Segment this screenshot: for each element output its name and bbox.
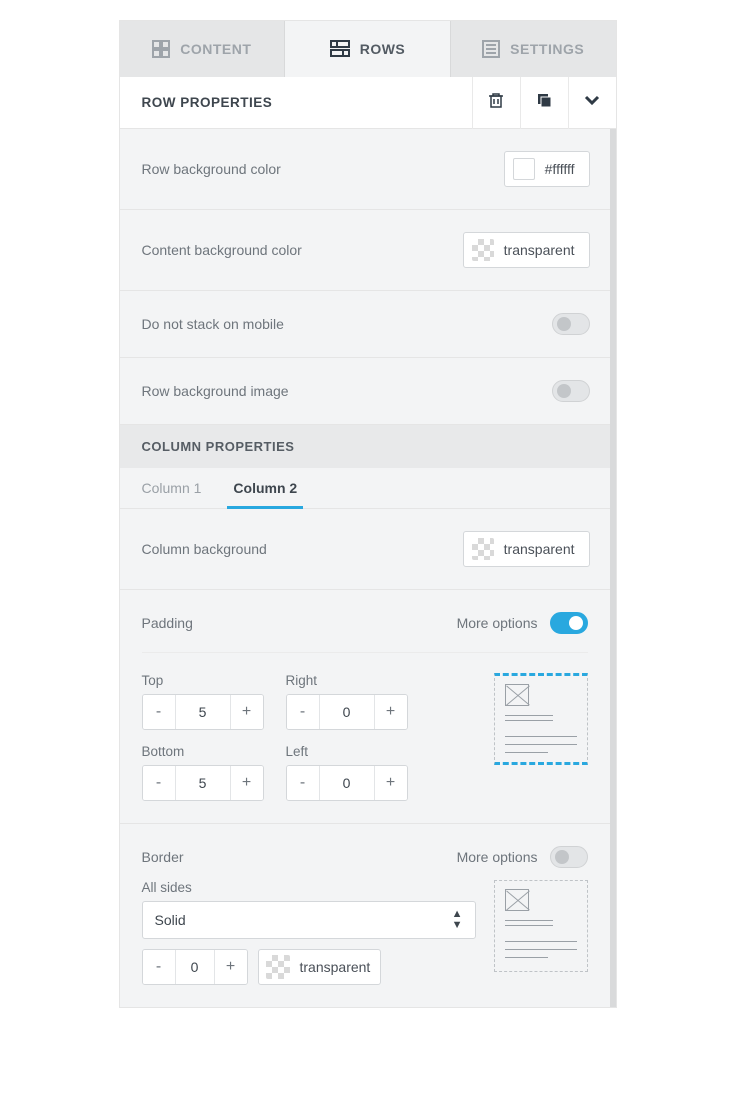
padding-left-increment[interactable]: + [375,766,407,800]
transparent-swatch [472,538,494,560]
border-preview [494,880,588,972]
padding-bottom-increment[interactable]: + [231,766,263,800]
border-label: Border [142,849,184,865]
padding-top-input[interactable] [175,695,231,729]
padding-right-decrement[interactable]: - [287,695,319,729]
padding-bottom-stepper: - + [142,765,264,801]
column-tab-2[interactable]: Column 2 [227,480,303,509]
padding-top-increment[interactable]: + [231,695,263,729]
content-bg-value: transparent [504,242,575,258]
tab-rows-label: ROWS [360,41,406,57]
row-bg-color-property: Row background color #ffffff [120,129,610,210]
border-width-increment[interactable]: + [215,950,247,984]
column-bg-label: Column background [142,541,267,557]
padding-top-stepper: - + [142,694,264,730]
border-style-select[interactable]: Solid ▲▼ [142,901,476,939]
chevron-down-icon [583,91,601,114]
column-bg-value: transparent [504,541,575,557]
transparent-swatch [472,239,494,261]
column-properties-section-title: COLUMN PROPERTIES [120,425,610,468]
transparent-swatch [266,955,290,979]
row-properties-header: ROW PROPERTIES [120,77,616,129]
border-allsides-label: All sides [142,880,476,895]
bg-image-property: Row background image [120,358,610,425]
padding-right-stepper: - + [286,694,408,730]
padding-label: Padding [142,615,193,631]
border-color-value: transparent [300,959,371,975]
column-bg-property: Column background transparent [120,509,610,590]
trash-icon [487,91,505,114]
border-width-input[interactable] [175,950,215,984]
border-width-stepper: - + [142,949,248,985]
content-bg-label: Content background color [142,242,302,258]
row-bg-color-value: #ffffff [545,161,575,177]
bg-image-toggle[interactable] [552,380,590,402]
no-stack-label: Do not stack on mobile [142,316,284,332]
padding-bottom-decrement[interactable]: - [143,766,175,800]
bg-image-label: Row background image [142,383,289,399]
border-more-label: More options [457,849,538,865]
padding-right-label: Right [286,673,408,688]
border-more-toggle[interactable] [550,846,588,868]
duplicate-button[interactable] [520,77,568,129]
content-bg-color-picker[interactable]: transparent [463,232,590,268]
collapse-button[interactable] [568,77,616,129]
properties-panel: CONTENT ROWS SETTINGS ROW PROPERTIES [119,20,617,1008]
grid-icon [152,40,170,58]
padding-preview [494,673,588,765]
column-tabs: Column 1 Column 2 [120,468,610,509]
padding-top-label: Top [142,673,264,688]
row-bg-color-picker[interactable]: #ffffff [504,151,590,187]
row-bg-color-label: Row background color [142,161,281,177]
main-tabs: CONTENT ROWS SETTINGS [120,21,616,77]
no-stack-property: Do not stack on mobile [120,291,610,358]
tab-settings-label: SETTINGS [510,41,584,57]
tab-settings[interactable]: SETTINGS [451,21,616,77]
border-width-decrement[interactable]: - [143,950,175,984]
settings-icon [482,40,500,58]
delete-button[interactable] [472,77,520,129]
tab-content-label: CONTENT [180,41,251,57]
border-color-picker[interactable]: transparent [258,949,382,985]
content-bg-color-property: Content background color transparent [120,210,610,291]
copy-icon [535,91,553,114]
row-properties-list: Row background color #ffffff Content bac… [120,129,616,1007]
padding-right-increment[interactable]: + [375,695,407,729]
padding-left-input[interactable] [319,766,375,800]
padding-section: Padding More options Top - + [120,590,610,824]
updown-icon: ▲▼ [452,909,463,931]
padding-top-decrement[interactable]: - [143,695,175,729]
tab-rows[interactable]: ROWS [285,21,451,77]
padding-left-stepper: - + [286,765,408,801]
padding-more-label: More options [457,615,538,631]
padding-more-toggle[interactable] [550,612,588,634]
border-style-value: Solid [155,912,186,928]
border-section: Border More options All sides Solid ▲▼ - [120,824,610,1007]
tab-content[interactable]: CONTENT [120,21,286,77]
padding-left-label: Left [286,744,408,759]
padding-bottom-input[interactable] [175,766,231,800]
header-title: ROW PROPERTIES [120,95,472,110]
padding-right-input[interactable] [319,695,375,729]
rows-icon [330,40,350,58]
padding-bottom-label: Bottom [142,744,264,759]
column-tab-1[interactable]: Column 1 [136,480,208,509]
padding-left-decrement[interactable]: - [287,766,319,800]
no-stack-toggle[interactable] [552,313,590,335]
color-swatch [513,158,535,180]
column-bg-color-picker[interactable]: transparent [463,531,590,567]
